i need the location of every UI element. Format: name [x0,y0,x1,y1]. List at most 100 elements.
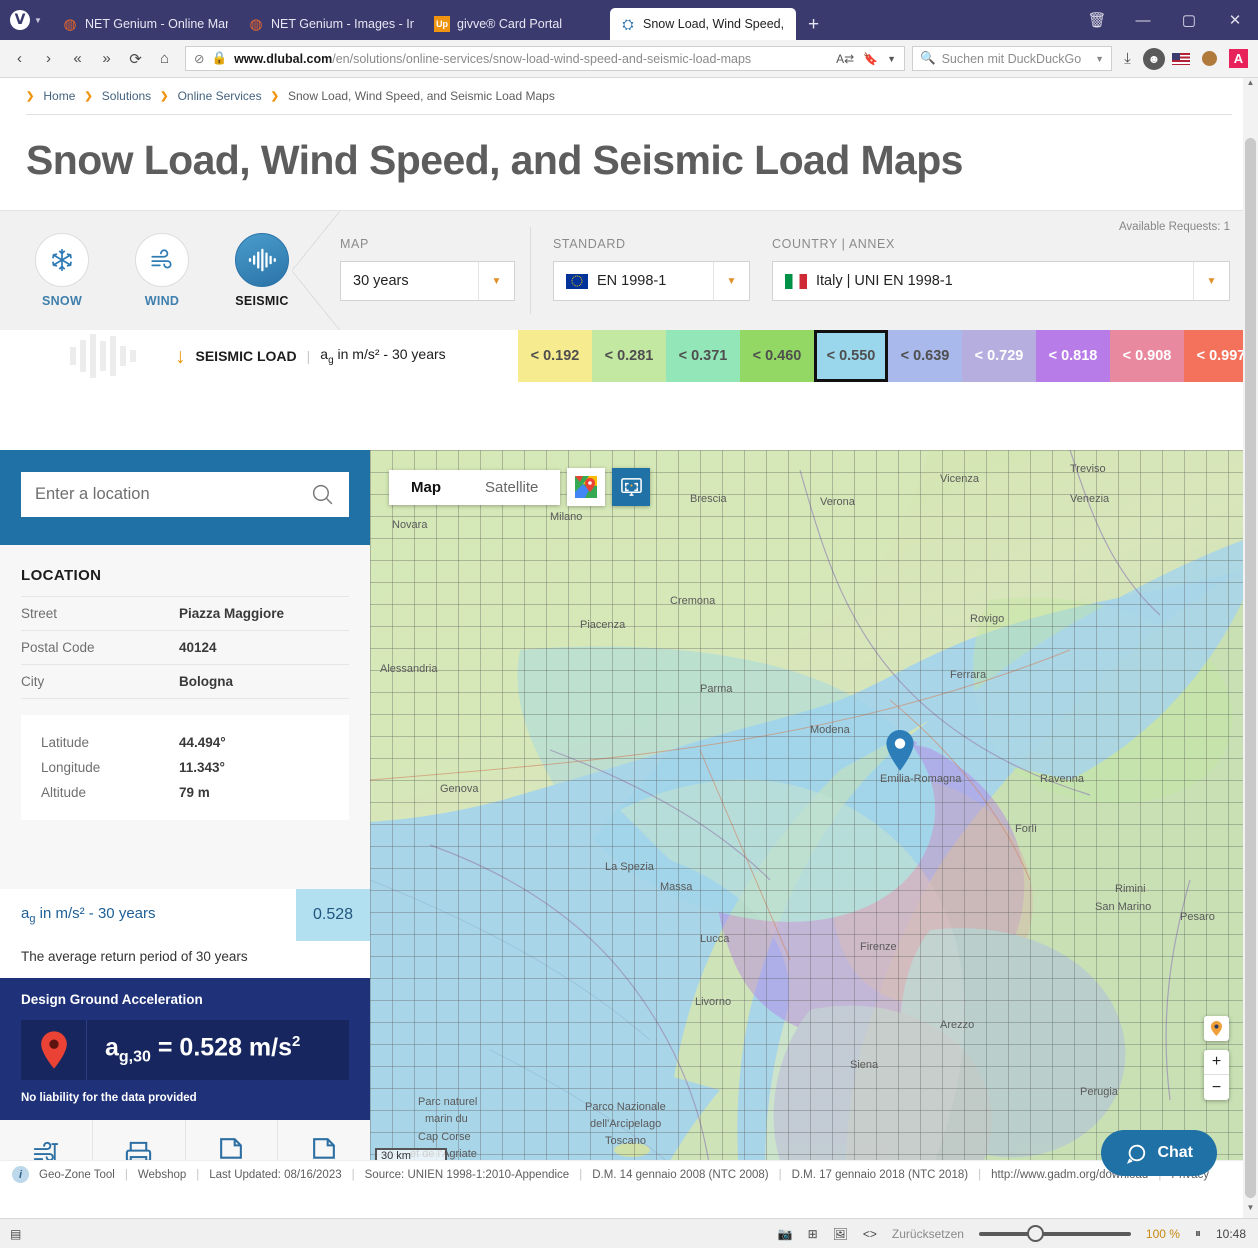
vivaldi-menu-button[interactable]: V ▼ [0,0,52,40]
scroll-down-arrow[interactable]: ▼ [1243,1203,1258,1218]
tiling-icon[interactable]: ⊞ [808,1227,818,1241]
map-type-satellite[interactable]: Satellite [463,470,560,505]
minimize-icon[interactable]: — [1120,0,1166,40]
location-key: Postal Code [21,640,95,655]
back-icon[interactable]: ‹ [6,45,33,73]
footer-item[interactable]: Last Updated: 08/16/2023 [209,1169,341,1181]
standard-value: EN 1998-1 [597,273,667,289]
tab-label: Snow Load, Wind Speed, an [643,17,786,31]
location-search-box[interactable] [21,472,349,517]
url-text: www.dlubal.com/en/solutions/online-servi… [234,51,752,66]
maximize-icon[interactable]: ▢ [1166,0,1212,40]
browser-tab-4-active[interactable]: ⛭ Snow Load, Wind Speed, an [610,8,796,40]
page-scrollbar[interactable]: ▲ ▼ [1243,78,1258,1218]
footer-item[interactable]: D.M. 17 gennaio 2018 (NTC 2018) [792,1169,968,1181]
coordinate-value: 44.494° [179,735,226,750]
legend-cell-4[interactable]: < 0.550 [814,330,888,382]
panels-icon[interactable]: ▤ [10,1227,21,1241]
search-bar[interactable]: 🔍 Suchen mit DuckDuckGo ▼ [912,46,1112,71]
google-maps-icon[interactable] [567,468,606,506]
breadcrumb-item-solutions[interactable]: Solutions [102,89,151,103]
coordinate-value: 79 m [179,785,210,800]
forward-icon[interactable]: › [35,45,62,73]
legend-cell-6[interactable]: < 0.729 [962,330,1036,382]
hazard-option-snow[interactable]: SNOW [32,233,92,308]
code-icon[interactable]: <> [863,1227,877,1241]
trash-icon[interactable]: 🗑 [1074,0,1120,40]
scroll-up-arrow[interactable]: ▲ [1243,78,1258,93]
zoom-out-button[interactable]: − [1204,1075,1229,1100]
chat-bubble-icon [1125,1142,1147,1164]
breadcrumb-item-home[interactable]: Home [43,89,75,103]
map-place-label: Cap Corse [418,1131,471,1143]
info-icon[interactable]: i [12,1166,29,1183]
map-place-label: Parma [700,683,733,695]
search-icon[interactable] [310,482,335,507]
image-icon[interactable]: 🖼 [833,1227,848,1241]
browser-tab-1[interactable]: ◍ NET Genium - Online Manu [52,8,238,40]
map-type-map[interactable]: Map [389,470,463,505]
chevron-down-icon[interactable]: ▼ [887,54,896,64]
address-bar[interactable]: ⊘ 🔒 www.dlubal.com/en/solutions/online-s… [185,46,905,71]
bookmark-icon[interactable]: 🔖 [863,52,878,66]
map-place-label: marin du [425,1113,468,1125]
breadcrumb-item-current: Snow Load, Wind Speed, and Seismic Load … [288,89,555,103]
legend-cell-2[interactable]: < 0.371 [666,330,740,382]
selected-location-pin-icon[interactable] [885,730,915,772]
seismic-wave-icon [235,233,289,287]
map-place-label: Siena [850,1059,879,1071]
legend-cell-0[interactable]: < 0.192 [518,330,592,382]
scrollbar-thumb[interactable] [1245,138,1256,1198]
footer-item[interactable]: Webshop [138,1169,186,1181]
legend-cell-5[interactable]: < 0.639 [888,330,962,382]
locate-pin-icon[interactable] [1204,1016,1229,1041]
translate-icon[interactable]: A⇄ [836,52,854,66]
standard-select[interactable]: EN 1998-1 ▼ [553,261,750,301]
legend-title: ↓ SEISMIC LOAD | ag in m/s² - 30 years [175,346,446,367]
chevron-down-icon[interactable]: ▼ [478,262,514,300]
zoom-slider-knob[interactable] [1026,1224,1044,1242]
seismic-map[interactable]: Treviso Vicenza Venezia Verona Brescia Milano… [370,450,1243,1188]
adblock-icon[interactable]: A [1225,45,1252,73]
pause-icon[interactable]: ⏸ [1195,1226,1201,1241]
reload-icon[interactable]: ⟳ [122,45,149,73]
camera-icon[interactable]: 📷 [778,1227,793,1241]
footer-item[interactable]: Source: UNIEN 1998-1:2010-Appendice [365,1169,570,1181]
chevron-down-icon[interactable]: ▼ [1095,54,1104,64]
browser-tab-3[interactable]: Up givve® Card Portal [424,8,610,40]
footer-item[interactable]: D.M. 14 gennaio 2008 (NTC 2008) [592,1169,768,1181]
chevron-down-icon[interactable]: ▼ [1193,262,1229,300]
zoom-level: 100 % [1145,1226,1180,1241]
country-annex-select[interactable]: Italy | UNI EN 1998-1 ▼ [772,261,1230,301]
chat-button[interactable]: Chat [1101,1130,1217,1176]
rewind-icon[interactable]: « [64,45,91,73]
fullscreen-icon[interactable] [612,468,651,506]
hazard-option-seismic[interactable]: SEISMIC [232,233,292,308]
search-input[interactable] [35,485,302,504]
zoom-reset-label[interactable]: Zurücksetzen [892,1227,964,1241]
chevron-down-icon[interactable]: ▼ [713,262,749,300]
close-icon[interactable]: ✕ [1212,0,1258,40]
zoom-in-button[interactable]: + [1204,1050,1229,1075]
map-period-select[interactable]: 30 years ▼ [340,261,515,301]
breadcrumb-item-online-services[interactable]: Online Services [178,89,262,103]
legend-cell-3[interactable]: < 0.460 [740,330,814,382]
location-value: Piazza Maggiore [179,606,285,621]
avatar[interactable]: ☻ [1143,47,1165,70]
legend-cell-1[interactable]: < 0.281 [592,330,666,382]
browser-tab-2[interactable]: ◍ NET Genium - Images - Ima [238,8,424,40]
zoom-slider[interactable] [978,1224,1131,1242]
fastforward-icon[interactable]: » [93,45,120,73]
eu-flag-icon [566,273,588,289]
home-icon[interactable]: ⌂ [151,45,178,73]
net-genium-icon: ◍ [249,16,263,33]
legend-cell-8[interactable]: < 0.908 [1110,330,1184,382]
cookie-icon[interactable] [1196,45,1223,73]
us-flag-icon[interactable] [1167,45,1194,73]
legend-cell-7[interactable]: < 0.818 [1036,330,1110,382]
new-tab-button[interactable]: + [796,14,831,40]
download-icon[interactable]: ⤓ [1114,45,1141,73]
footer-item[interactable]: Geo-Zone Tool [39,1169,115,1181]
hazard-option-wind[interactable]: WIND [132,233,192,308]
location-key: Street [21,606,58,621]
